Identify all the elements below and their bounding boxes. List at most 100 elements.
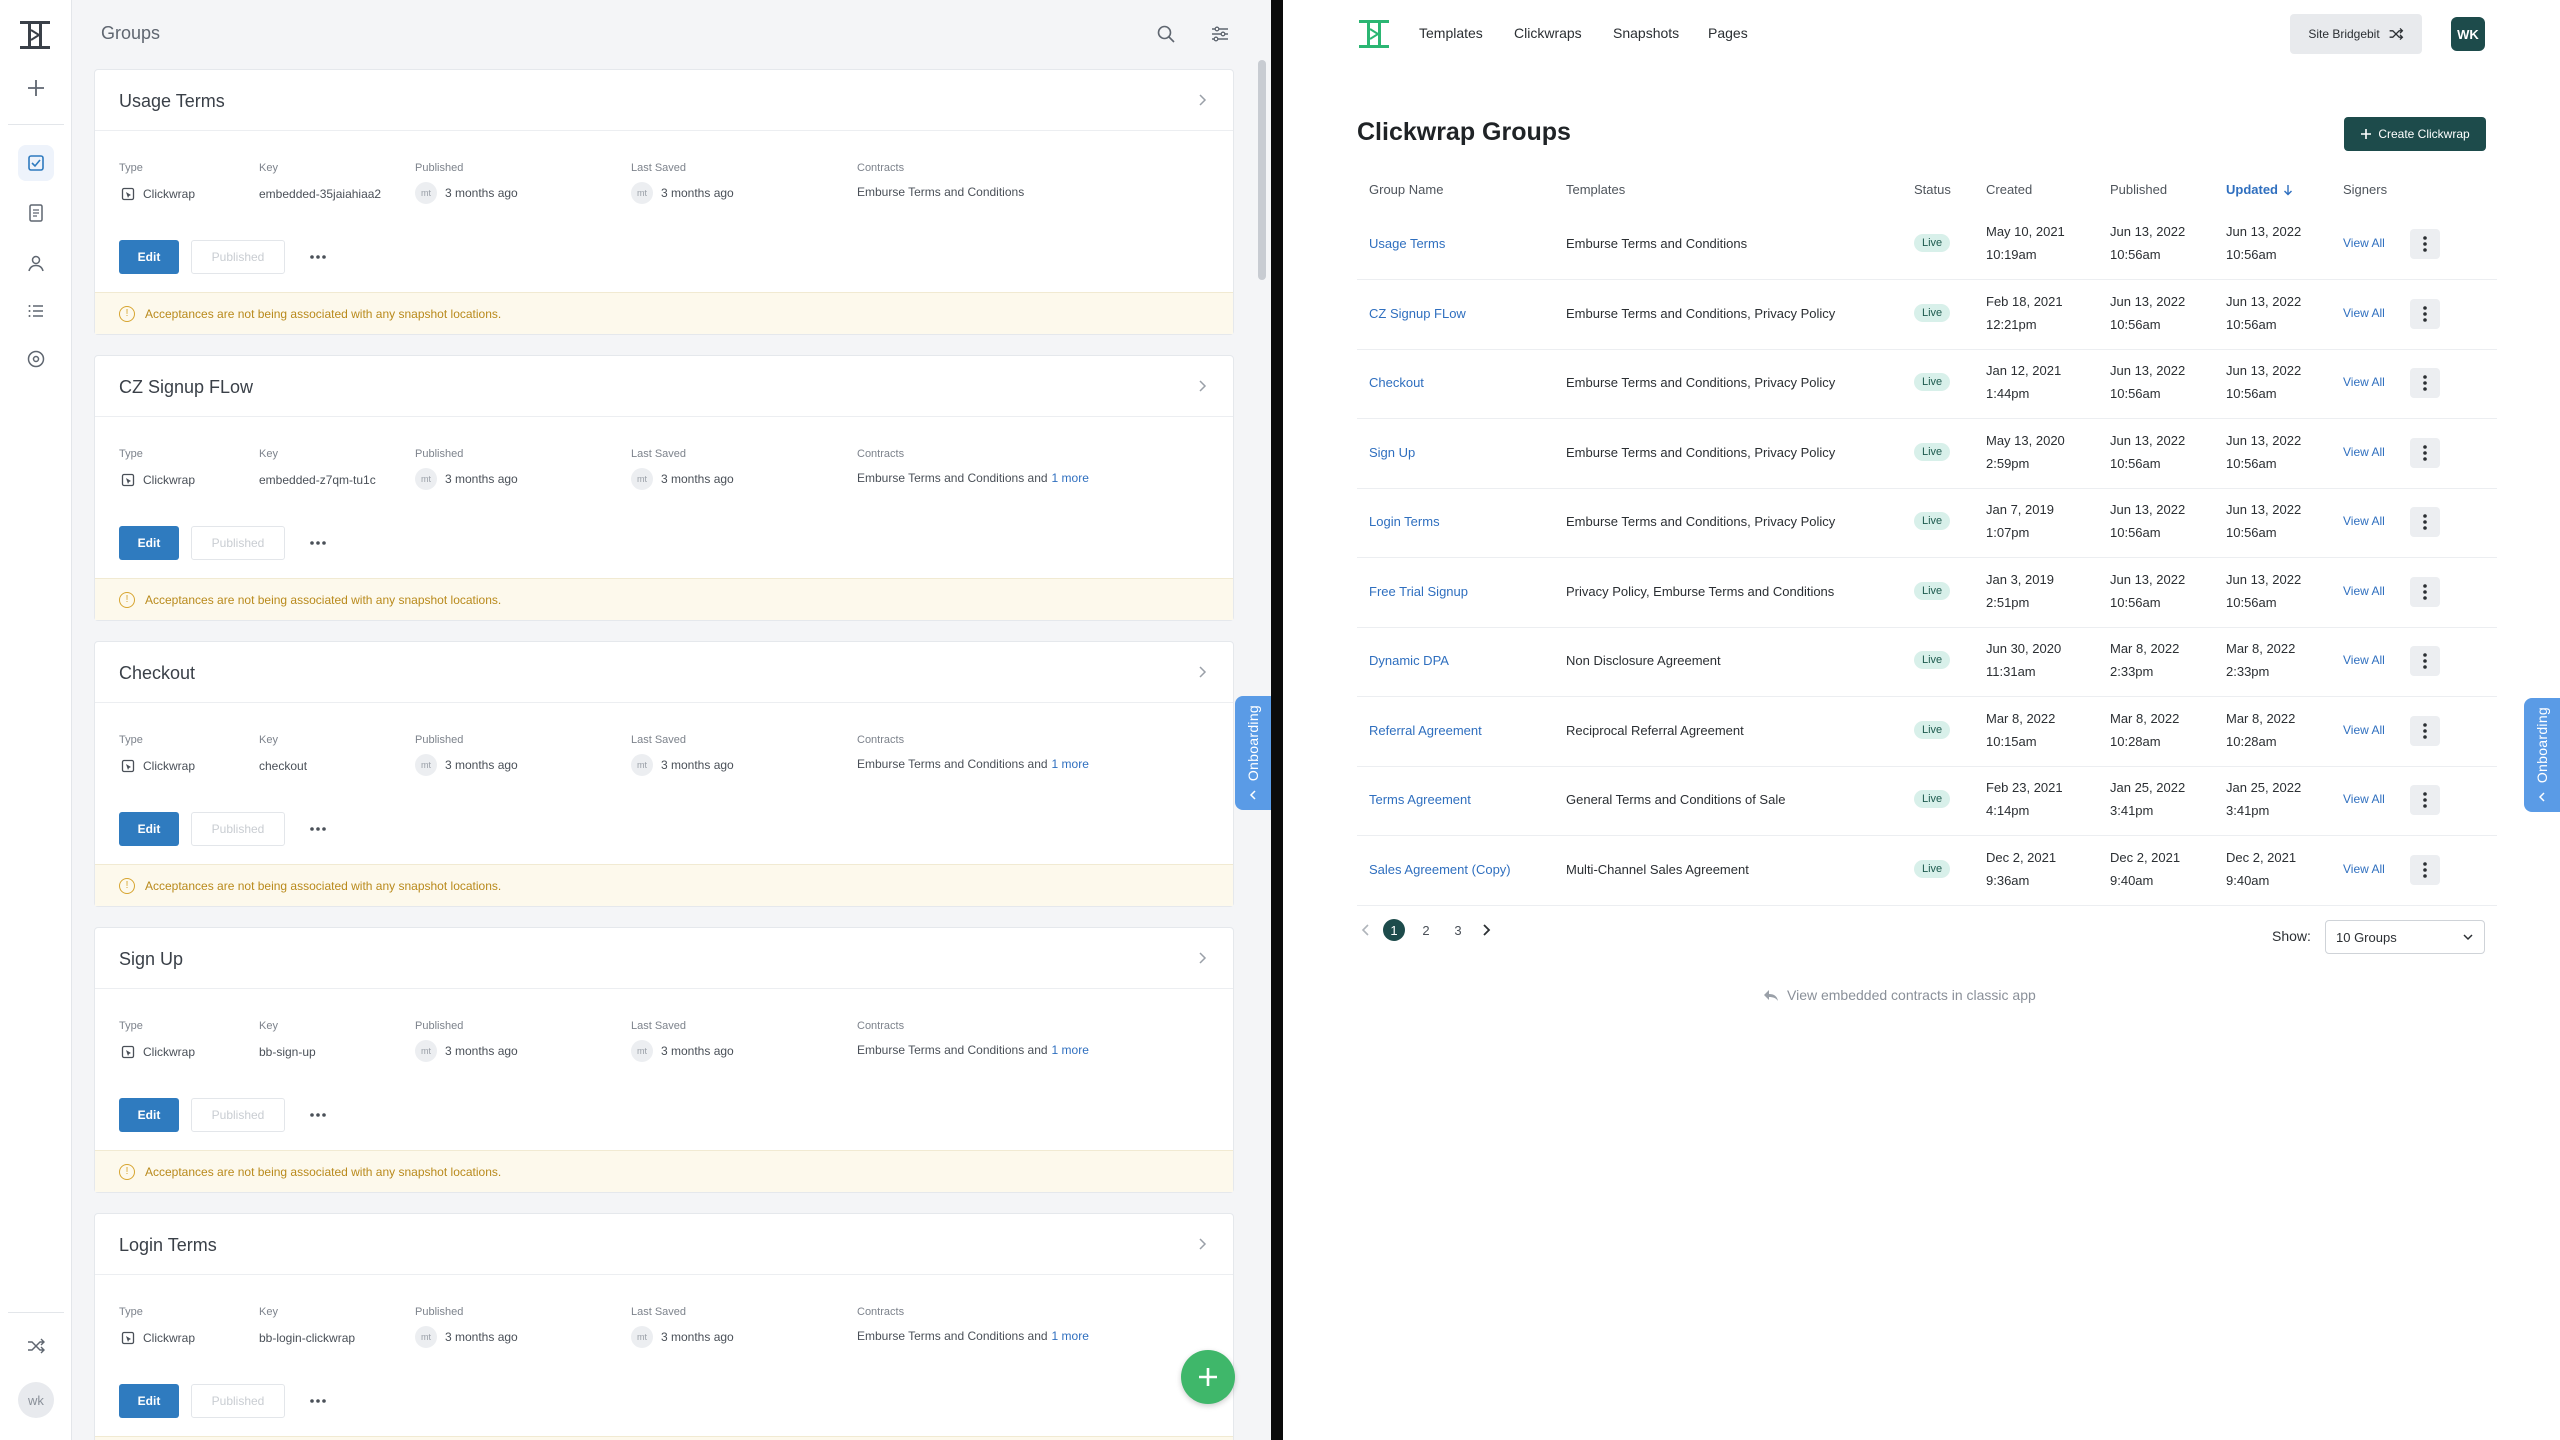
logo-icon[interactable] [1357, 17, 1391, 51]
nav-templates[interactable]: Templates [1419, 25, 1483, 41]
more-actions-button[interactable] [305, 1102, 331, 1128]
more-actions-button[interactable] [305, 1388, 331, 1414]
group-name-link[interactable]: Free Trial Signup [1369, 580, 1468, 603]
onboarding-tab[interactable]: Onboarding [1235, 696, 1271, 810]
rail-list[interactable] [18, 293, 54, 329]
view-all-signers-link[interactable]: View All [2343, 723, 2385, 737]
card-expand[interactable] [1193, 1234, 1213, 1254]
page-3[interactable]: 3 [1447, 919, 1469, 941]
onboarding-tab-right[interactable]: Onboarding [2524, 698, 2560, 812]
chevron-right-icon[interactable] [1479, 923, 1493, 937]
rail-switch[interactable] [18, 1328, 54, 1364]
view-all-signers-link[interactable]: View All [2343, 653, 2385, 667]
group-card[interactable]: Login Terms Type Key Published Last Save… [94, 1213, 1234, 1440]
group-name-link[interactable]: Sales Agreement (Copy) [1369, 858, 1511, 881]
more-actions-button[interactable] [305, 816, 331, 842]
row-actions-button[interactable] [2410, 576, 2440, 607]
row-actions-button[interactable] [2410, 715, 2440, 746]
card-expand[interactable] [1193, 90, 1213, 110]
row-actions-button[interactable] [2410, 646, 2440, 676]
col-signers[interactable]: Signers [2343, 182, 2387, 197]
page-size-select[interactable]: 10 Groups [2325, 920, 2485, 954]
card-expand[interactable] [1193, 662, 1213, 682]
edit-button[interactable]: Edit [119, 240, 179, 274]
col-templates[interactable]: Templates [1566, 182, 1625, 197]
row-actions-button[interactable] [2410, 785, 2440, 815]
rail-clickwraps[interactable] [18, 145, 54, 181]
row-actions-button[interactable] [2410, 368, 2440, 398]
more-actions-button[interactable] [305, 530, 331, 556]
card-title[interactable]: Usage Terms [119, 91, 225, 112]
search-button[interactable] [1152, 20, 1180, 48]
group-card[interactable]: Checkout Type Key Published Last Saved C… [94, 641, 1234, 907]
add-button[interactable] [18, 70, 54, 106]
group-name-link[interactable]: Referral Agreement [1369, 719, 1482, 742]
rail-divider-bottom [8, 1312, 64, 1313]
row-actions-button[interactable] [2410, 437, 2440, 468]
page-1[interactable]: 1 [1383, 919, 1405, 941]
more-contracts-link[interactable]: 1 more [1052, 471, 1089, 485]
more-contracts-link[interactable]: 1 more [1052, 1329, 1089, 1343]
card-title[interactable]: Sign Up [119, 949, 183, 970]
add-group-fab[interactable] [1181, 1350, 1235, 1404]
view-all-signers-link[interactable]: View All [2343, 375, 2385, 389]
more-contracts-link[interactable]: 1 more [1052, 1043, 1089, 1057]
classic-app-link[interactable]: View embedded contracts in classic app [1763, 987, 2036, 1003]
edit-button[interactable]: Edit [119, 1384, 179, 1418]
edit-button[interactable]: Edit [119, 526, 179, 560]
row-actions-button[interactable] [2410, 507, 2440, 537]
filter-button[interactable] [1206, 20, 1234, 48]
page-2[interactable]: 2 [1415, 919, 1437, 941]
card-title[interactable]: Checkout [119, 663, 195, 684]
rail-documents[interactable] [18, 195, 54, 231]
more-contracts-link[interactable]: 1 more [1052, 757, 1089, 771]
col-group-name[interactable]: Group Name [1369, 182, 1443, 197]
card-expand[interactable] [1193, 948, 1213, 968]
view-all-signers-link[interactable]: View All [2343, 792, 2385, 806]
row-actions-button[interactable] [2410, 854, 2440, 885]
view-all-signers-link[interactable]: View All [2343, 862, 2385, 876]
group-name-link[interactable]: Sign Up [1369, 441, 1415, 464]
card-title[interactable]: CZ Signup FLow [119, 377, 253, 398]
group-card[interactable]: CZ Signup FLow Type Key Published Last S… [94, 355, 1234, 621]
site-switch-button[interactable]: Site Bridgebit [2290, 14, 2422, 54]
group-name-link[interactable]: Checkout [1369, 371, 1424, 394]
edit-button[interactable]: Edit [119, 1098, 179, 1132]
rail-settings[interactable] [18, 341, 54, 377]
view-all-signers-link[interactable]: View All [2343, 445, 2385, 459]
scrollbar[interactable] [1258, 60, 1266, 280]
nav-clickwraps[interactable]: Clickwraps [1514, 25, 1582, 41]
group-card[interactable]: Sign Up Type Key Published Last Saved Co… [94, 927, 1234, 1193]
nav-pages[interactable]: Pages [1708, 25, 1748, 41]
user-avatar[interactable]: WK [2451, 17, 2485, 51]
view-all-signers-link[interactable]: View All [2343, 584, 2385, 598]
group-card[interactable]: Usage Terms Type Key Published Last Save… [94, 69, 1234, 335]
col-status[interactable]: Status [1914, 182, 1951, 197]
group-name-link[interactable]: Terms Agreement [1369, 788, 1471, 811]
group-name-link[interactable]: Usage Terms [1369, 232, 1445, 255]
card-title[interactable]: Login Terms [119, 1235, 217, 1256]
created-date: Feb 18, 2021 [1986, 293, 2063, 309]
row-actions-button[interactable] [2410, 229, 2440, 259]
card-expand[interactable] [1193, 376, 1213, 396]
view-all-signers-link[interactable]: View All [2343, 306, 2385, 320]
logo-icon[interactable] [18, 18, 52, 52]
group-name-link[interactable]: CZ Signup FLow [1369, 302, 1466, 325]
rail-users[interactable] [18, 245, 54, 281]
chevron-left-icon[interactable] [1359, 923, 1373, 937]
row-actions-button[interactable] [2410, 298, 2440, 329]
col-created[interactable]: Created [1986, 182, 2032, 197]
avatar[interactable]: wk [18, 1382, 54, 1418]
split-divider[interactable] [1271, 0, 1283, 1440]
edit-button[interactable]: Edit [119, 812, 179, 846]
col-published[interactable]: Published [2110, 182, 2167, 197]
create-clickwrap-button[interactable]: Create Clickwrap [2344, 117, 2486, 151]
col-updated[interactable]: Updated [2226, 182, 2293, 197]
more-actions-button[interactable] [305, 244, 331, 270]
group-name-link[interactable]: Login Terms [1369, 510, 1440, 533]
nav-snapshots[interactable]: Snapshots [1613, 25, 1679, 41]
view-all-signers-link[interactable]: View All [2343, 236, 2385, 250]
group-name-link[interactable]: Dynamic DPA [1369, 649, 1449, 672]
view-all-signers-link[interactable]: View All [2343, 514, 2385, 528]
info-icon: ! [119, 305, 135, 322]
